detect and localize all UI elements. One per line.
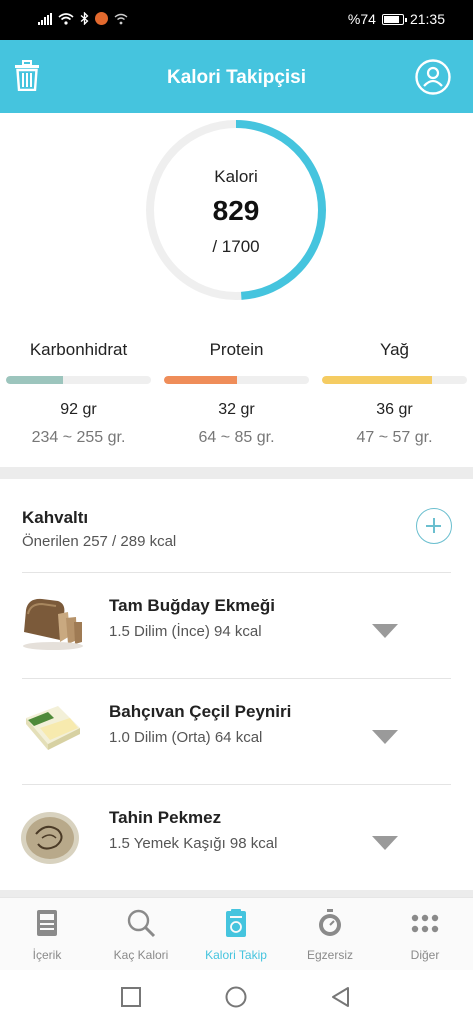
system-nav-bar bbox=[0, 970, 473, 1024]
clipboard-icon bbox=[226, 909, 246, 937]
grid-icon bbox=[411, 914, 439, 933]
macro-progress-bar bbox=[164, 376, 309, 384]
nav-egzersiz[interactable]: Egzersiz bbox=[283, 898, 377, 971]
macro-progress-fill bbox=[164, 376, 237, 384]
macro-carbs: Karbonhidrat 92 gr 234 ~ 255 gr. bbox=[6, 340, 151, 447]
status-bar: %74 21:35 bbox=[0, 0, 473, 40]
macro-name: Protein bbox=[209, 340, 264, 359]
meal-subtitle: Önerilen 257 / 289 kcal bbox=[22, 533, 177, 550]
profile-icon[interactable] bbox=[415, 59, 451, 95]
macro-fat: Yağ 36 gr 47 ~ 57 gr. bbox=[322, 340, 467, 447]
food-detail: 1.0 Dilim (Orta) 64 kcal bbox=[109, 729, 263, 746]
hotspot-icon bbox=[114, 13, 128, 24]
nav-diger[interactable]: Diğer bbox=[378, 898, 472, 971]
macro-name: Karbonhidrat bbox=[29, 340, 128, 359]
status-icons-left bbox=[38, 12, 128, 25]
macro-amount: 92 gr bbox=[60, 401, 97, 418]
calorie-ring: Kalori 829 / 1700 bbox=[143, 117, 329, 303]
food-detail: 1.5 Dilim (İnce) 94 kcal bbox=[109, 623, 262, 640]
food-name: Tahin Pekmez bbox=[109, 808, 222, 827]
bluetooth-icon bbox=[80, 12, 89, 25]
food-name: Tam Buğday Ekmeği bbox=[109, 596, 275, 615]
notification-icon bbox=[95, 12, 108, 25]
nav-label: Kaç Kalori bbox=[113, 948, 169, 962]
macro-progress-bar bbox=[322, 376, 467, 384]
calorie-label: Kalori bbox=[214, 167, 258, 186]
recent-apps-icon[interactable] bbox=[119, 985, 143, 1009]
add-food-button[interactable] bbox=[416, 508, 452, 544]
back-icon[interactable] bbox=[329, 985, 353, 1009]
search-icon bbox=[127, 909, 156, 938]
nav-kac-kalori[interactable]: Kaç Kalori bbox=[94, 898, 188, 971]
clock: 21:35 bbox=[409, 11, 445, 27]
food-detail: 1.5 Yemek Kaşığı 98 kcal bbox=[109, 835, 278, 852]
section-divider bbox=[0, 467, 473, 479]
calorie-value: 829 bbox=[212, 195, 260, 226]
food-item[interactable]: Tahin Pekmez 1.5 Yemek Kaşığı 98 kcal bbox=[0, 784, 473, 890]
page-title: Kalori Takipçisi bbox=[166, 67, 307, 88]
calorie-goal: / 1700 bbox=[212, 237, 260, 256]
macro-progress-bar bbox=[6, 376, 151, 384]
macro-range: 64 ~ 85 gr. bbox=[198, 429, 275, 446]
bread-image bbox=[23, 598, 83, 650]
macro-progress-fill bbox=[322, 376, 433, 384]
home-icon[interactable] bbox=[224, 985, 248, 1009]
macro-amount: 36 gr bbox=[376, 401, 413, 418]
nav-kalori-takip[interactable]: Kalori Takip bbox=[189, 898, 283, 971]
battery-percent: %74 bbox=[347, 11, 376, 27]
document-icon bbox=[37, 910, 57, 936]
chevron-down-icon[interactable] bbox=[372, 730, 398, 744]
food-item[interactable]: Tam Buğday Ekmeği 1.5 Dilim (İnce) 94 kc… bbox=[0, 572, 473, 678]
signal-icon bbox=[38, 12, 52, 25]
bottom-nav: İçerik Kaç Kalori Kalori Takip Egzersiz bbox=[0, 897, 473, 970]
tahini-image bbox=[21, 812, 79, 864]
meal-title: Kahvaltı bbox=[22, 508, 89, 527]
wifi-icon bbox=[58, 12, 74, 25]
macro-protein: Protein 32 gr 64 ~ 85 gr. bbox=[164, 340, 309, 447]
macro-progress-fill bbox=[6, 376, 63, 384]
battery-icon bbox=[381, 13, 407, 25]
chevron-down-icon[interactable] bbox=[372, 836, 398, 850]
macro-name: Yağ bbox=[380, 340, 409, 359]
nav-label: Kalori Takip bbox=[205, 948, 267, 962]
nav-label: İçerik bbox=[32, 948, 62, 962]
stopwatch-icon bbox=[319, 909, 341, 936]
food-name: Bahçıvan Çeçil Peyniri bbox=[109, 702, 292, 721]
nav-icerik[interactable]: İçerik bbox=[0, 898, 94, 971]
cheese-image bbox=[26, 706, 80, 750]
food-item[interactable]: Bahçıvan Çeçil Peyniri 1.0 Dilim (Orta) … bbox=[0, 678, 473, 784]
macro-range: 47 ~ 57 gr. bbox=[356, 429, 433, 446]
macro-amount: 32 gr bbox=[218, 401, 255, 418]
app-header: Kalori Takipçisi bbox=[0, 40, 473, 113]
macro-range: 234 ~ 255 gr. bbox=[31, 429, 126, 446]
chevron-down-icon[interactable] bbox=[372, 624, 398, 638]
nav-label: Diğer bbox=[410, 948, 440, 962]
nav-label: Egzersiz bbox=[306, 948, 353, 962]
status-icons-right: %74 21:35 bbox=[348, 11, 445, 27]
